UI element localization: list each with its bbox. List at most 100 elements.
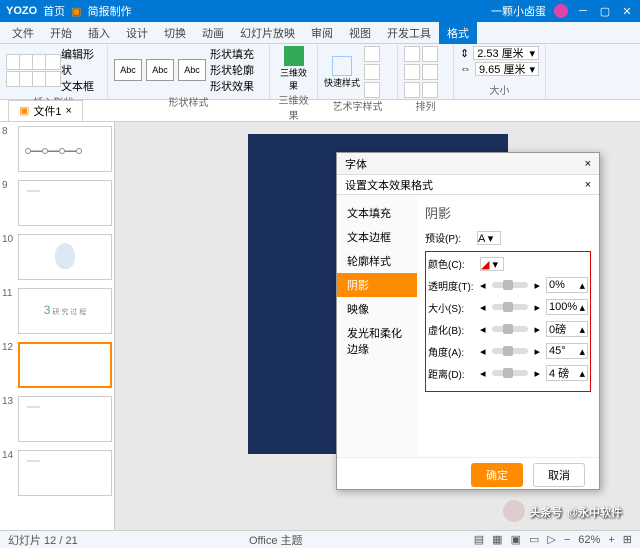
pane-icon[interactable]	[422, 82, 438, 98]
avatar[interactable]	[554, 4, 568, 18]
menu-tab-10[interactable]: 格式	[439, 22, 477, 44]
menu-tab-6[interactable]: 幻灯片放映	[232, 22, 303, 44]
slider-left-3[interactable]: ◂	[480, 345, 486, 358]
close-icon[interactable]: ✕	[620, 4, 634, 18]
spinner-0[interactable]: 0%▴	[546, 277, 588, 293]
menu-tab-2[interactable]: 插入	[80, 22, 118, 44]
ok-button[interactable]: 确定	[471, 463, 523, 487]
menu-tab-3[interactable]: 设计	[118, 22, 156, 44]
slider-3[interactable]	[492, 348, 529, 354]
menu-tab-4[interactable]: 切换	[156, 22, 194, 44]
row-label-0: 透明度(T):	[428, 278, 474, 293]
shape-arrow-icon[interactable]	[45, 54, 61, 70]
thumbnail-12[interactable]: 12永中Office	[0, 338, 114, 392]
menu-tab-0[interactable]: 文件	[4, 22, 42, 44]
thumbnail-11[interactable]: 113 研 究 过 程	[0, 284, 114, 338]
dialog-nav-2[interactable]: 轮廓样式	[337, 249, 417, 273]
slider-right-1[interactable]: ▸	[534, 301, 540, 314]
menu-tab-5[interactable]: 动画	[194, 22, 232, 44]
thumbnail-8[interactable]: 8———	[0, 122, 114, 176]
slider-left-0[interactable]: ◂	[480, 279, 486, 292]
home-link[interactable]: 首页	[43, 3, 65, 19]
width-icon: ⇔	[460, 63, 471, 75]
doc-name[interactable]: 简报制作	[88, 3, 132, 19]
preset-dropdown[interactable]: A ▾	[477, 231, 501, 245]
slider-right-2[interactable]: ▸	[534, 323, 540, 336]
row-label-4: 距离(D):	[428, 366, 474, 381]
slider-left-2[interactable]: ◂	[480, 323, 486, 336]
text-fill-icon[interactable]	[364, 46, 380, 62]
dialog-nav-3[interactable]: 阴影	[337, 273, 417, 297]
dialog-nav-1[interactable]: 文本边框	[337, 225, 417, 249]
slider-right-3[interactable]: ▸	[534, 345, 540, 358]
watermark-avatar-icon	[503, 500, 525, 522]
shape-fill-button[interactable]: 形状填充	[210, 46, 254, 62]
thumbnail-14[interactable]: 14═══	[0, 446, 114, 500]
doc-icon: ▣	[71, 5, 81, 18]
slideshow-icon[interactable]: ▷	[547, 533, 555, 546]
dialog-title: 字体	[345, 156, 367, 172]
thumbnail-10[interactable]: 10	[0, 230, 114, 284]
tab-close-icon[interactable]: ×	[66, 105, 72, 117]
slider-4[interactable]	[492, 370, 529, 376]
shape-more-icon[interactable]	[45, 71, 61, 87]
fit-icon[interactable]: ⊞	[623, 533, 632, 546]
row-label-2: 虚化(B):	[428, 322, 474, 337]
menu-tab-8[interactable]: 视图	[341, 22, 379, 44]
spinner-2[interactable]: 0磅▴	[546, 321, 588, 337]
dialog-sub-close-icon[interactable]: ×	[585, 179, 591, 191]
style-preset-3[interactable]: Abc	[178, 59, 206, 81]
dialog-close-icon[interactable]: ×	[585, 158, 591, 170]
thumbnail-13[interactable]: 13═══	[0, 392, 114, 446]
slider-right-4[interactable]: ▸	[534, 367, 540, 380]
dialog-nav-4[interactable]: 映像	[337, 297, 417, 321]
zoom-in-icon[interactable]: +	[608, 534, 614, 546]
group-icon[interactable]	[422, 64, 438, 80]
3d-effect-button[interactable]: 三维效果	[276, 46, 311, 92]
menu-tab-9[interactable]: 开发工具	[379, 22, 439, 44]
dialog-nav-0[interactable]: 文本填充	[337, 201, 417, 225]
slider-left-4[interactable]: ◂	[480, 367, 486, 380]
shape-outline-button[interactable]: 形状轮廓	[210, 62, 254, 78]
slider-left-1[interactable]: ◂	[480, 301, 486, 314]
style-preset-1[interactable]: Abc	[114, 59, 142, 81]
textbox-button[interactable]: 文本框	[61, 78, 101, 94]
height-input[interactable]: 2.53 厘米▾	[473, 46, 539, 60]
maximize-icon[interactable]: ▢	[598, 4, 612, 18]
text-effect-icon[interactable]	[364, 82, 380, 98]
rotate-icon[interactable]	[404, 82, 420, 98]
spinner-1[interactable]: 100%▴	[546, 299, 588, 315]
align-icon[interactable]	[404, 64, 420, 80]
quick-style-button[interactable]: 快速样式	[324, 56, 360, 89]
minimize-icon[interactable]: ─	[576, 4, 590, 18]
zoom-out-icon[interactable]: −	[564, 534, 570, 546]
sorter-view-icon[interactable]: ▣	[511, 533, 521, 546]
reading-view-icon[interactable]: ▭	[529, 533, 539, 546]
slider-2[interactable]	[492, 326, 529, 332]
shape-effect-button[interactable]: 形状效果	[210, 78, 254, 94]
edit-shape-button[interactable]: 编辑形状	[61, 46, 101, 78]
spinner-4[interactable]: 4 磅▴	[546, 365, 588, 381]
theme-name: Office 主题	[249, 532, 303, 548]
bring-front-icon[interactable]	[404, 46, 420, 62]
send-back-icon[interactable]	[422, 46, 438, 62]
menu-tab-1[interactable]: 开始	[42, 22, 80, 44]
width-input[interactable]: 9.65 厘米▾	[475, 62, 539, 76]
style-preset-2[interactable]: Abc	[146, 59, 174, 81]
text-outline-icon[interactable]	[364, 64, 380, 80]
spinner-3[interactable]: 45°▴	[546, 343, 588, 359]
thumbnail-9[interactable]: 9═══	[0, 176, 114, 230]
color-dropdown[interactable]: ◢ ▾	[480, 257, 504, 271]
normal-view-icon[interactable]: ▦	[492, 533, 502, 546]
menu-tab-7[interactable]: 审阅	[303, 22, 341, 44]
notes-icon[interactable]: ▤	[474, 533, 484, 546]
document-tab[interactable]: ▣ 文件1 ×	[8, 100, 83, 122]
watermark: 头条号 @永中软件	[503, 500, 622, 522]
row-label-1: 大小(S):	[428, 300, 474, 315]
dialog-nav-5[interactable]: 发光和柔化边缘	[337, 321, 417, 361]
slider-0[interactable]	[492, 282, 529, 288]
group-3d: 三维效果	[276, 92, 311, 122]
slider-right-0[interactable]: ▸	[534, 279, 540, 292]
cancel-button[interactable]: 取消	[533, 463, 585, 487]
slider-1[interactable]	[492, 304, 529, 310]
